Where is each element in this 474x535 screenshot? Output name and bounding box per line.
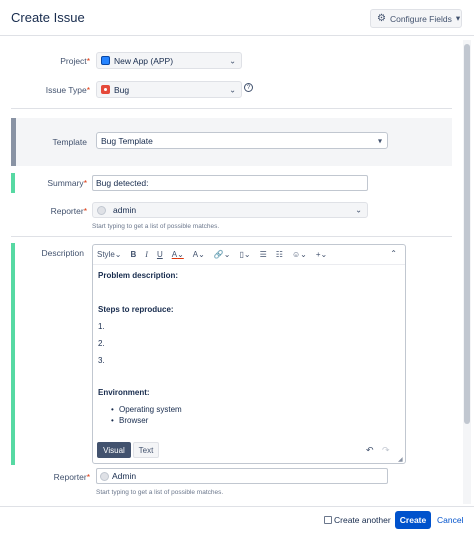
chevron-down-icon: ▾: [377, 136, 382, 145]
project-label: Project*: [60, 56, 90, 66]
style-dropdown[interactable]: Style ⌄: [97, 250, 122, 259]
collapse-toolbar-icon[interactable]: ⌃: [390, 249, 397, 258]
steps-heading: Steps to reproduce:: [98, 305, 174, 314]
issue-type-value: Bug: [114, 84, 130, 95]
text-color-button[interactable]: A ⌄: [172, 250, 184, 259]
summary-label: Summary*: [47, 178, 87, 188]
template-value: Bug Template: [101, 135, 153, 146]
reporter-label: Reporter*: [53, 472, 90, 482]
create-button[interactable]: Create: [395, 511, 431, 529]
clear-formatting-icon[interactable]: A⌄: [193, 250, 205, 259]
summary-highlight-bar: [11, 173, 15, 193]
create-issue-dialog: Create Issue ⚙ Configure Fields ▾ Projec…: [0, 0, 474, 535]
bold-button[interactable]: B: [131, 250, 137, 259]
description-label: Description: [41, 248, 84, 258]
environment-heading: Environment:: [98, 388, 150, 397]
create-another-label[interactable]: Create another: [334, 515, 391, 525]
description-highlight-bar: [11, 243, 15, 465]
reporter-hint: Start typing to get a list of possible m…: [92, 223, 220, 230]
summary-input[interactable]: Bug detected:: [92, 175, 368, 191]
project-select[interactable]: New App (APP) ⌄: [96, 52, 242, 69]
cancel-button[interactable]: Cancel: [437, 515, 463, 525]
template-section-bar: [11, 118, 16, 166]
create-another-checkbox[interactable]: [324, 516, 332, 524]
description-editor[interactable]: Style ⌄ B I U A ⌄ A⌄ 🔗⌄ ▯⌄ ☰ ☷ ☺⌄ +⌄ ⌃ Pro…: [92, 244, 406, 464]
reporter-input[interactable]: Admin: [96, 468, 388, 484]
chevron-down-icon: ⌄: [229, 85, 236, 94]
list-item: Operating system: [111, 405, 182, 414]
scrollbar-thumb[interactable]: [464, 44, 470, 424]
gear-icon: ⚙: [377, 13, 386, 24]
editor-toolbar: Style ⌄ B I U A ⌄ A⌄ 🔗⌄ ▯⌄ ☰ ☷ ☺⌄ +⌄ ⌃: [93, 245, 405, 265]
dialog-header: Create Issue ⚙ Configure Fields ▾: [0, 0, 474, 36]
underline-button[interactable]: U: [157, 250, 163, 259]
template-label: Template: [52, 137, 88, 147]
avatar: [100, 471, 109, 481]
redo-icon: ↷: [382, 445, 390, 455]
reporter-hint: Start typing to get a list of possible m…: [96, 489, 224, 496]
step-3: 3.: [98, 356, 105, 365]
reporter-value: admin: [113, 205, 137, 215]
bullet-list-icon[interactable]: ☰: [260, 250, 267, 259]
numbered-list-icon[interactable]: ☷: [276, 250, 283, 259]
help-icon[interactable]: ?: [244, 83, 253, 92]
undo-icon[interactable]: ↶: [366, 445, 374, 456]
link-icon[interactable]: 🔗⌄: [214, 250, 231, 259]
list-item: Browser: [111, 416, 148, 425]
configure-fields-label: Configure Fields: [389, 13, 452, 24]
text-mode-tab[interactable]: Text: [133, 442, 159, 458]
chevron-down-icon: ▾: [455, 13, 461, 23]
reporter-select[interactable]: admin ⌄: [92, 202, 368, 218]
reporter-label: Reporter*: [50, 206, 87, 216]
resize-grip-icon[interactable]: ◢: [398, 456, 403, 463]
step-1: 1.: [98, 322, 105, 331]
issue-type-label: Issue Type*: [45, 85, 90, 95]
italic-button[interactable]: I: [145, 250, 148, 259]
avatar: [97, 205, 106, 215]
divider: [11, 108, 452, 109]
scrollbar[interactable]: [463, 40, 471, 504]
bug-icon: [101, 85, 110, 94]
chevron-down-icon: ⌄: [355, 205, 362, 215]
visual-mode-tab[interactable]: Visual: [97, 442, 131, 458]
step-2: 2.: [98, 339, 105, 348]
insert-more-icon[interactable]: +⌄: [316, 250, 327, 259]
divider: [11, 236, 452, 237]
project-value: New App (APP): [114, 55, 174, 66]
problem-heading: Problem description:: [98, 271, 179, 280]
project-icon: [101, 56, 110, 65]
chevron-down-icon: ⌄: [229, 56, 236, 65]
issue-type-select[interactable]: Bug ⌄: [96, 81, 242, 98]
attachment-icon[interactable]: ▯⌄: [240, 250, 251, 259]
dialog-title: Create Issue: [11, 10, 85, 25]
configure-fields-button[interactable]: ⚙ Configure Fields ▾: [370, 9, 462, 28]
reporter-value: Admin: [112, 471, 137, 481]
emoji-icon[interactable]: ☺⌄: [292, 250, 307, 259]
template-select[interactable]: Bug Template ▾: [96, 132, 388, 149]
